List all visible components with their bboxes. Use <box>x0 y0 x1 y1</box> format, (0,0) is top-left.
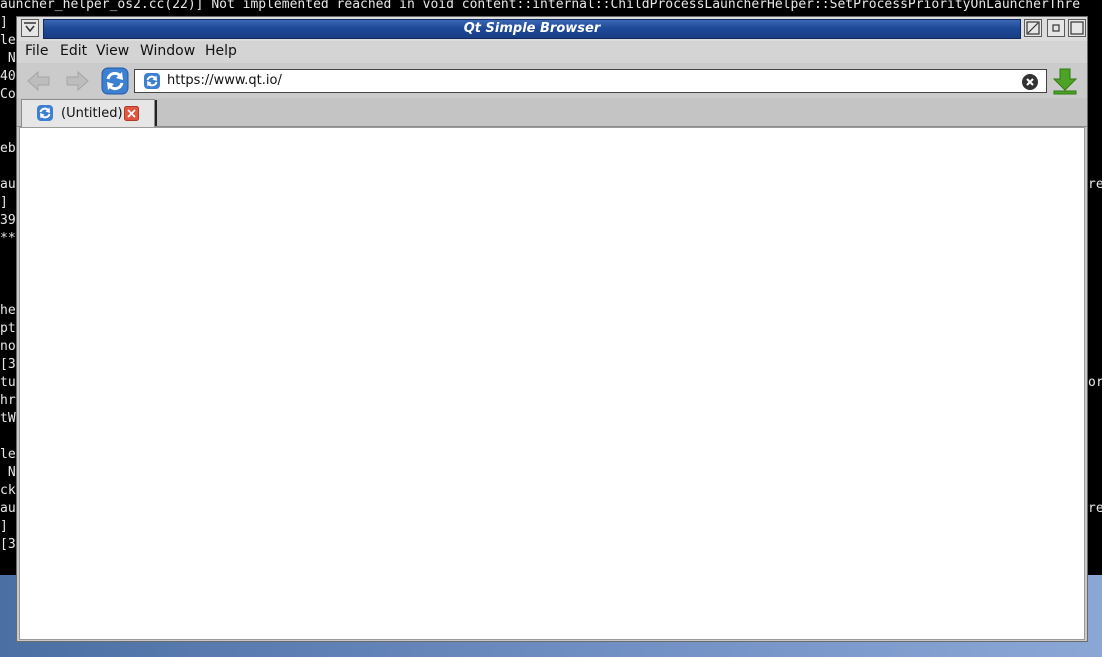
tab-close-icon[interactable] <box>124 106 139 121</box>
clear-url-icon[interactable] <box>1022 74 1038 90</box>
back-button[interactable] <box>26 69 52 93</box>
terminal-fragment: ] <box>0 519 8 534</box>
terminal-fragment: ] <box>0 195 8 210</box>
menu-bar: File Edit View Window Help <box>17 41 1087 63</box>
maximize-button[interactable] <box>1068 19 1086 37</box>
tab-favicon <box>37 105 53 121</box>
tab-bar: (Untitled) <box>17 98 1087 127</box>
title-bar-gradient: Qt Simple Browser <box>43 19 1021 39</box>
download-arrow-icon <box>1052 68 1078 95</box>
toolbar: https://www.qt.io/ <box>17 64 1087 98</box>
terminal-fragment: le <box>0 447 16 462</box>
title-bar[interactable]: Qt Simple Browser <box>17 17 1087 41</box>
terminal-fragment-right: rea <box>1088 501 1102 516</box>
window-menu-button[interactable] <box>21 19 39 37</box>
tab-untitled[interactable]: (Untitled) <box>21 99 155 127</box>
browser-window: Qt Simple Browser File Edit View Window … <box>16 16 1088 642</box>
minimize-button[interactable] <box>1047 19 1065 37</box>
tab-separator <box>155 100 157 126</box>
back-arrow-icon <box>27 70 50 92</box>
expand-button[interactable] <box>1024 19 1042 37</box>
web-content-area[interactable] <box>19 127 1085 640</box>
page-favicon <box>144 73 160 89</box>
terminal-fragment: le <box>0 33 16 48</box>
window-title: Qt Simple Browser <box>463 21 601 36</box>
terminal-fragment-right: rea <box>1088 177 1102 192</box>
window-menu-icon <box>24 22 36 33</box>
downloads-button[interactable] <box>1051 67 1079 95</box>
address-bar-url: https://www.qt.io/ <box>167 73 282 88</box>
menu-help[interactable]: Help <box>205 43 237 59</box>
reload-button[interactable] <box>101 67 129 95</box>
expand-icon <box>1026 21 1040 35</box>
terminal-fragment: ] <box>0 15 8 30</box>
tab-label: (Untitled) <box>61 106 123 121</box>
minimize-icon <box>1052 24 1060 32</box>
terminal-line-top: auncher_helper_os2.cc(22)] Not implement… <box>0 0 1081 12</box>
address-bar[interactable]: https://www.qt.io/ <box>134 69 1047 93</box>
reload-icon <box>101 67 129 95</box>
menu-file[interactable]: File <box>25 43 48 59</box>
forward-button[interactable] <box>64 69 90 93</box>
menu-view[interactable]: View <box>96 43 129 59</box>
menu-edit[interactable]: Edit <box>60 43 87 59</box>
terminal-fragment-right: or <box>1088 375 1102 390</box>
maximize-icon <box>1070 21 1084 35</box>
menu-window[interactable]: Window <box>140 43 195 59</box>
forward-arrow-icon <box>66 70 89 92</box>
